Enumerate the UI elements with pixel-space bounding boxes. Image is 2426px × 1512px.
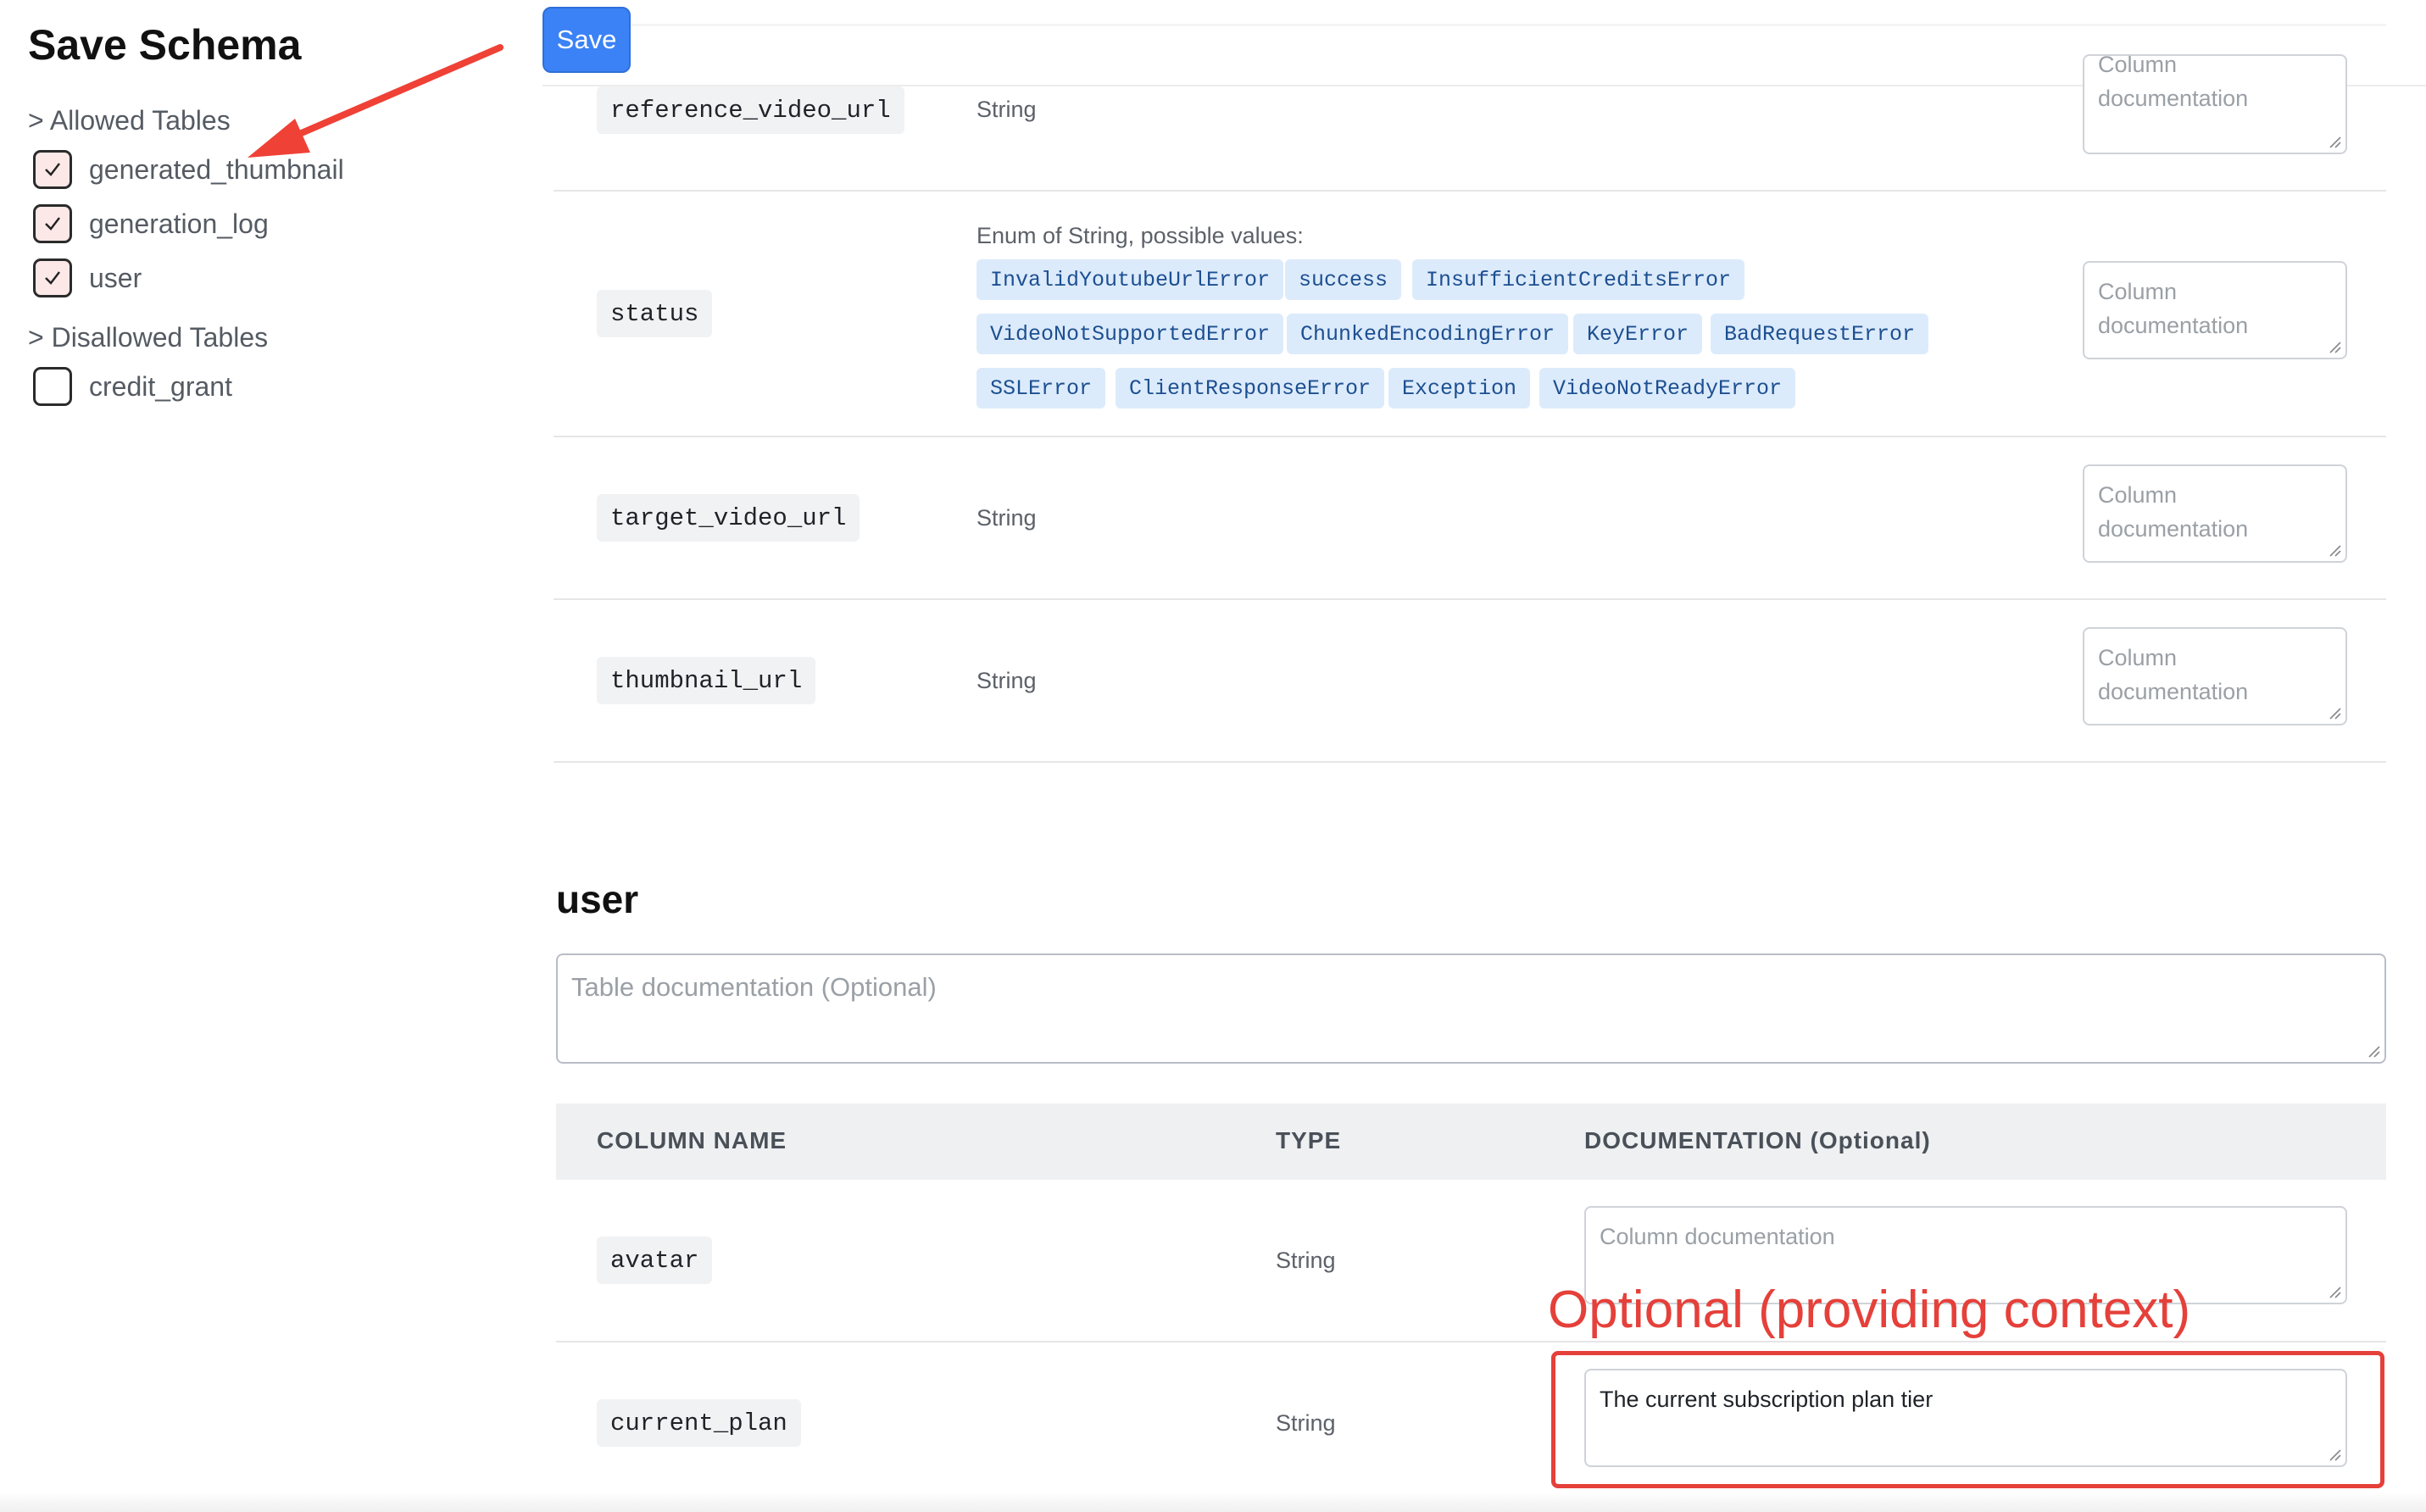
column-type: String: [1276, 1248, 1336, 1273]
column-type: String: [977, 97, 1037, 122]
resize-handle-icon[interactable]: [2329, 136, 2342, 149]
placeholder-text: Table documentation (Optional): [571, 972, 937, 1002]
annotation-highlight-box: [1551, 1351, 2384, 1488]
annotation-label: Optional (providing context): [1548, 1281, 2191, 1339]
header-column-name: COLUMN NAME: [597, 1127, 787, 1153]
enum-value: success: [1285, 259, 1402, 300]
table-label: user: [89, 262, 142, 293]
save-button[interactable]: Save: [543, 7, 631, 73]
column-name: status: [597, 290, 713, 337]
enum-value: ChunkedEncodingError: [1287, 314, 1569, 354]
sidebar: Save Schema > Allowed Tables generated_t…: [0, 0, 509, 1512]
table-label: generation_log: [89, 208, 269, 239]
column-doc-input[interactable]: Column documentation: [2083, 261, 2347, 359]
checkbox-credit-grant[interactable]: [33, 367, 72, 406]
column-doc-input[interactable]: Column documentation: [2083, 464, 2347, 563]
checkmark-icon: [45, 163, 60, 176]
checkbox-generated-thumbnail[interactable]: [33, 150, 72, 189]
row-divider: [554, 436, 2386, 437]
checkmark-icon: [45, 271, 60, 285]
enum-value: InvalidYoutubeUrlError: [977, 259, 1284, 300]
resize-handle-icon[interactable]: [2329, 544, 2342, 558]
table-header: COLUMN NAME TYPE DOCUMENTATION (Optional…: [556, 1103, 2386, 1180]
table-item-user[interactable]: user: [33, 258, 142, 298]
column-type: String: [977, 505, 1037, 531]
row-divider: [554, 761, 2386, 763]
enum-value: SSLError: [977, 368, 1106, 409]
enum-value: Exception: [1388, 368, 1531, 409]
column-type: String: [977, 668, 1037, 693]
placeholder-text: Column documentation: [2098, 279, 2249, 338]
checkbox-user[interactable]: [33, 258, 72, 297]
enum-value: KeyError: [1573, 314, 1703, 354]
column-name: current_plan: [597, 1399, 801, 1447]
placeholder-text: Column documentation: [2098, 645, 2249, 704]
table-label: credit_grant: [89, 370, 232, 402]
resize-handle-icon[interactable]: [2329, 341, 2342, 354]
row-divider: [556, 1341, 2386, 1342]
enum-value: VideoNotSupportedError: [977, 314, 1284, 354]
enum-heading: Enum of String, possible values:: [977, 223, 1304, 248]
table-item-credit-grant[interactable]: credit_grant: [33, 366, 232, 407]
resize-handle-icon[interactable]: [2329, 1286, 2342, 1299]
column-doc-input[interactable]: Column documentation: [2083, 627, 2347, 725]
table-doc-input[interactable]: Table documentation (Optional): [556, 953, 2386, 1064]
column-name: thumbnail_url: [597, 657, 816, 704]
column-type: String: [1276, 1410, 1336, 1436]
enum-value: InsufficientCreditsError: [1412, 259, 1745, 300]
column-doc-input[interactable]: Column documentation: [2083, 54, 2347, 154]
table-item-generation-log[interactable]: generation_log: [33, 203, 269, 244]
column-name: reference_video_url: [597, 86, 904, 134]
checkmark-icon: [45, 217, 60, 231]
disallowed-tables-toggle[interactable]: > Disallowed Tables: [28, 322, 268, 353]
enum-value: ClientResponseError: [1116, 368, 1385, 409]
placeholder-text: Column documentation: [2098, 482, 2249, 542]
row-divider: [554, 190, 2386, 192]
placeholder-text: Column documentation: [2098, 54, 2249, 111]
placeholder-text: Column documentation: [1600, 1224, 1835, 1249]
resize-handle-icon[interactable]: [2368, 1045, 2381, 1059]
annotation-arrow: [248, 44, 504, 158]
resize-handle-icon[interactable]: [2329, 707, 2342, 720]
enum-value: VideoNotReadyError: [1539, 368, 1796, 409]
table-title: user: [556, 877, 639, 921]
header-type: TYPE: [1276, 1127, 1342, 1153]
checkbox-generation-log[interactable]: [33, 204, 72, 243]
column-name: target_video_url: [597, 494, 860, 542]
header-divider: [627, 24, 2386, 26]
header-documentation: DOCUMENTATION (Optional): [1584, 1127, 1931, 1153]
bottom-edge: [0, 1492, 2426, 1512]
allowed-tables-toggle[interactable]: > Allowed Tables: [28, 105, 231, 136]
enum-value: BadRequestError: [1711, 314, 1929, 354]
column-name: avatar: [597, 1237, 713, 1284]
row-divider: [554, 598, 2386, 600]
